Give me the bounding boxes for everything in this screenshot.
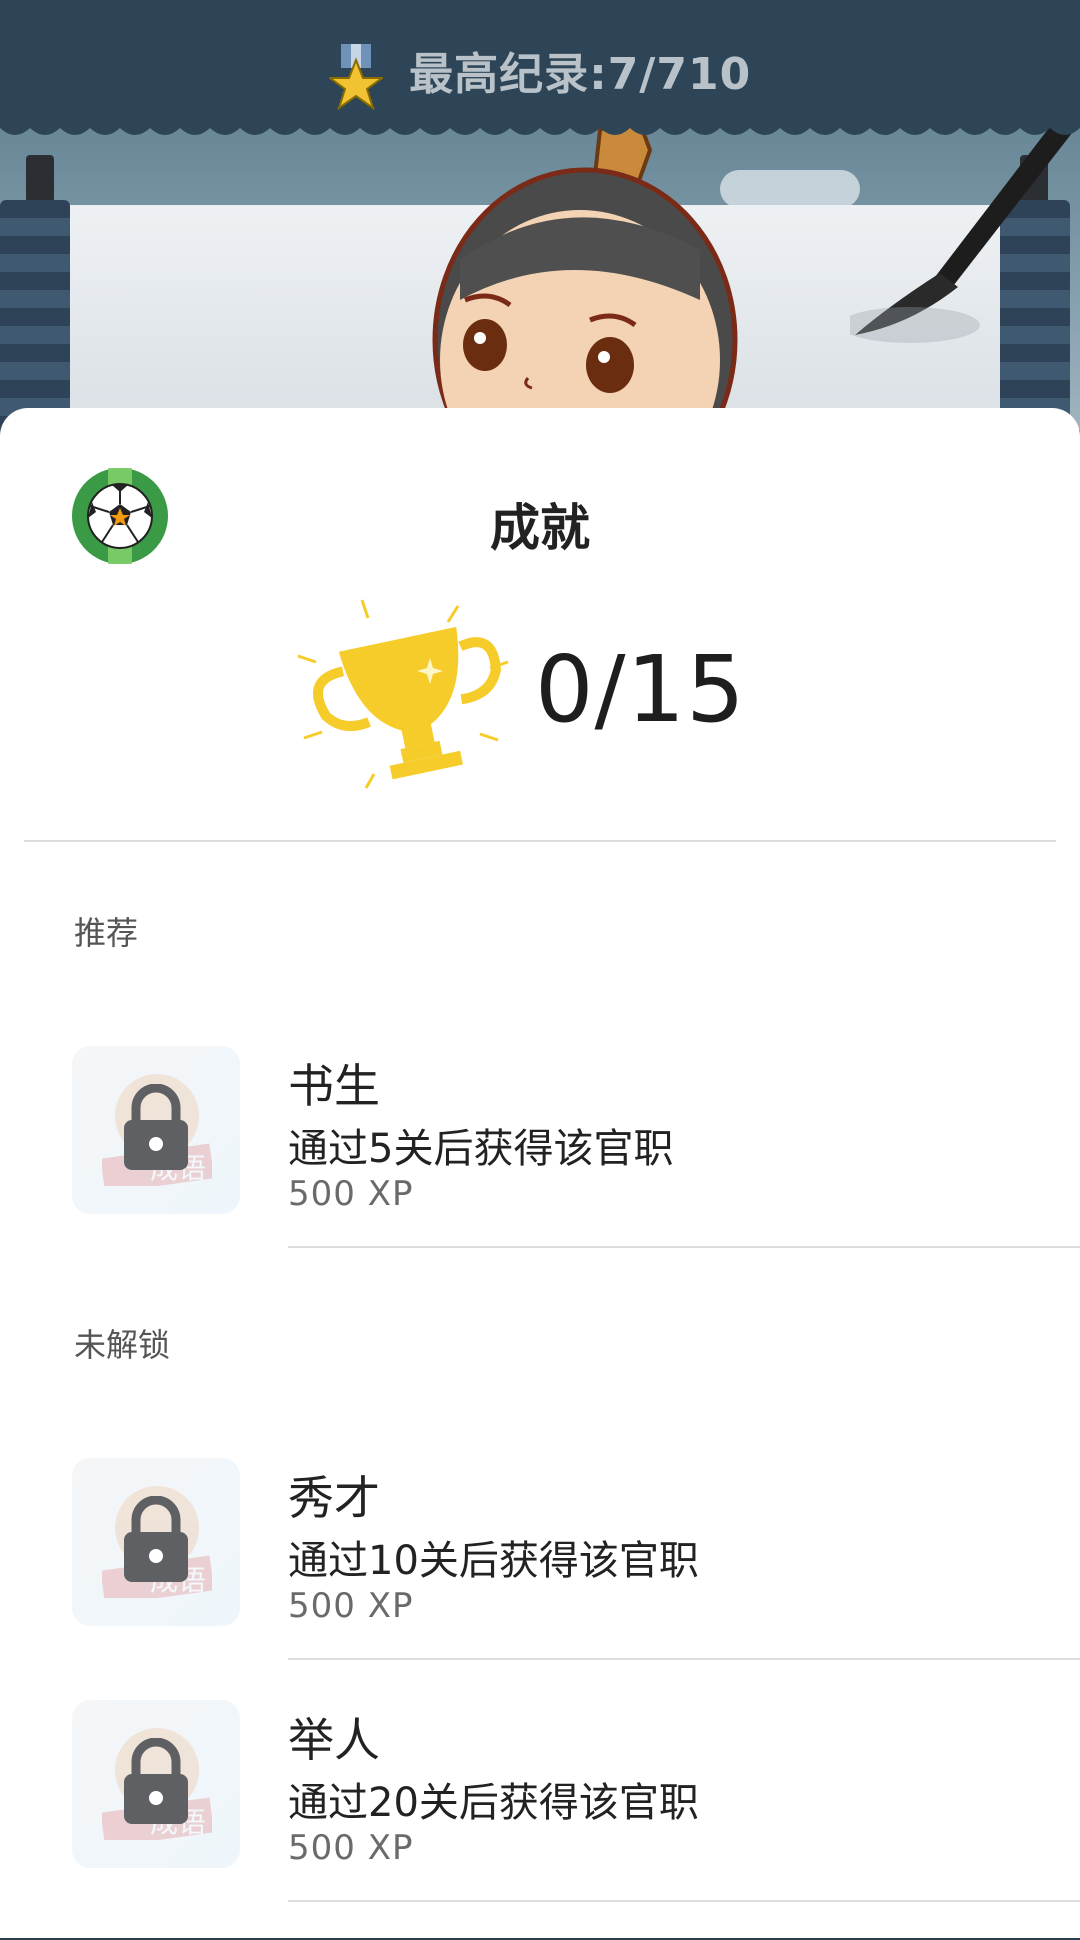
- sheet-title: 成就: [490, 499, 590, 557]
- lock-icon: [124, 1496, 188, 1582]
- achievement-item[interactable]: 成语 书生 通过5关后获得该官职 500 XP: [0, 1046, 1080, 1286]
- achievement-item[interactable]: 成语 举人 通过20关后获得该官职 500 XP: [0, 1700, 1080, 1940]
- achievement-name: 书生: [288, 1059, 380, 1113]
- divider: [24, 840, 1056, 842]
- achievement-description: 通过20关后获得该官职: [288, 1780, 699, 1826]
- lock-icon: [124, 1084, 188, 1170]
- achievement-thumbnail: 成语: [72, 1458, 240, 1626]
- lock-icon: [124, 1738, 188, 1824]
- achievement-thumbnail: 成语: [72, 1046, 240, 1214]
- achievement-item[interactable]: 成语 秀才 通过10关后获得该官职 500 XP: [0, 1458, 1080, 1698]
- scroll-rod-left: [0, 200, 70, 430]
- trophy-icon: [297, 599, 509, 789]
- top-bar-wave: [0, 118, 1080, 135]
- achievement-description: 通过5关后获得该官职: [288, 1126, 674, 1172]
- medal-star-icon: [328, 44, 383, 110]
- row-divider: [288, 1658, 1080, 1660]
- achievements-sheet: 成就 0/15 推荐 成语: [0, 408, 1080, 1938]
- achievement-name: 举人: [288, 1713, 380, 1767]
- row-divider: [288, 1900, 1080, 1902]
- achievement-name: 秀才: [288, 1471, 380, 1525]
- achievement-description: 通过10关后获得该官职: [288, 1538, 699, 1584]
- section-label-locked: 未解锁: [74, 1326, 171, 1364]
- achievement-progress: 0/15: [535, 636, 746, 743]
- high-score-record: 最高纪录:7/710: [0, 38, 1080, 110]
- achievement-xp: 500 XP: [288, 1174, 414, 1214]
- achievement-xp: 500 XP: [288, 1828, 414, 1868]
- achievement-xp: 500 XP: [288, 1586, 414, 1626]
- achievement-thumbnail: 成语: [72, 1700, 240, 1868]
- row-divider: [288, 1246, 1080, 1248]
- scholar-character: [432, 110, 738, 430]
- section-label-recommended: 推荐: [74, 914, 139, 952]
- calligraphy-brush: [850, 120, 1072, 343]
- high-score-text: 最高纪录:7/710: [409, 49, 752, 100]
